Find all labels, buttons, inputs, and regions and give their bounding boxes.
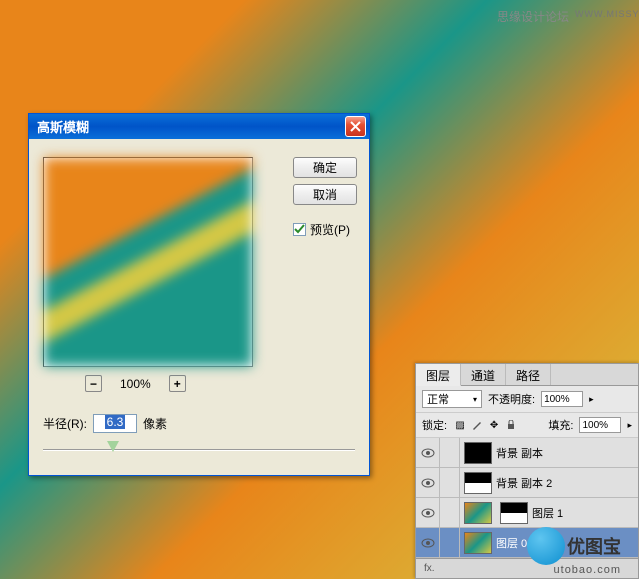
- layer-name: 图层 1: [532, 505, 563, 521]
- watermark-url: utobao.com: [554, 564, 621, 576]
- lock-all-icon[interactable]: [504, 418, 518, 432]
- layer-name: 图层 0: [496, 535, 527, 551]
- check-icon: [294, 224, 305, 235]
- layer-thumb[interactable]: [464, 442, 492, 464]
- fx-icon[interactable]: fx.: [424, 563, 435, 574]
- opacity-label: 不透明度:: [488, 391, 535, 407]
- visibility-toggle[interactable]: [416, 498, 440, 527]
- eye-icon: [421, 538, 435, 548]
- lock-paint-icon[interactable]: [470, 418, 484, 432]
- layer-mask-thumb[interactable]: [500, 502, 528, 524]
- layer-row[interactable]: 图层 1: [416, 498, 638, 528]
- dialog-title: 高斯模糊: [37, 117, 89, 136]
- watermark-top-url: WWW.MISSYUAN.COM: [575, 9, 639, 19]
- visibility-toggle[interactable]: [416, 468, 440, 497]
- radius-slider[interactable]: [43, 447, 355, 453]
- blend-mode-select[interactable]: 正常▾: [422, 390, 482, 408]
- close-button[interactable]: [345, 116, 366, 137]
- lock-label: 锁定:: [422, 417, 447, 433]
- zoom-out-button[interactable]: −: [85, 375, 102, 392]
- tab-paths[interactable]: 路径: [506, 364, 551, 385]
- preview-checkbox[interactable]: [293, 223, 306, 236]
- zoom-in-button[interactable]: +: [169, 375, 186, 392]
- tab-layers[interactable]: 图层: [416, 364, 461, 386]
- watermark-logo: 优图宝: [527, 527, 621, 565]
- gaussian-blur-dialog: 高斯模糊 − 100% + 确定 取消: [28, 113, 370, 476]
- opacity-input[interactable]: 100%: [541, 391, 583, 407]
- watermark-top-text: 思缘设计论坛: [497, 8, 569, 25]
- visibility-toggle[interactable]: [416, 528, 440, 557]
- chevron-right-icon[interactable]: ▸: [589, 394, 594, 405]
- visibility-toggle[interactable]: [416, 438, 440, 467]
- layer-name: 背景 副本 2: [496, 475, 552, 491]
- ok-button[interactable]: 确定: [293, 157, 357, 178]
- layer-row[interactable]: 背景 副本: [416, 438, 638, 468]
- radius-input[interactable]: 6.3: [93, 414, 137, 433]
- zoom-percent: 100%: [120, 377, 151, 391]
- fill-input[interactable]: 100%: [579, 417, 621, 433]
- dialog-titlebar[interactable]: 高斯模糊: [29, 114, 369, 139]
- layer-thumb[interactable]: [464, 532, 492, 554]
- eye-icon: [421, 508, 435, 518]
- layer-thumb[interactable]: [464, 472, 492, 494]
- panel-tabs: 图层 通道 路径: [416, 364, 638, 386]
- cancel-button[interactable]: 取消: [293, 184, 357, 205]
- layer-thumb[interactable]: [464, 502, 492, 524]
- eye-icon: [421, 478, 435, 488]
- eye-icon: [421, 448, 435, 458]
- fill-label: 填充:: [548, 417, 573, 433]
- lock-transparency-icon[interactable]: ▨: [453, 418, 467, 432]
- chevron-right-icon[interactable]: ▸: [627, 420, 632, 431]
- close-icon: [350, 121, 361, 132]
- layer-row[interactable]: 背景 副本 2: [416, 468, 638, 498]
- chevron-down-icon: ▾: [473, 395, 477, 404]
- layer-name: 背景 副本: [496, 445, 543, 461]
- preview-image[interactable]: [43, 157, 253, 367]
- slider-thumb[interactable]: [107, 441, 119, 452]
- tab-channels[interactable]: 通道: [461, 364, 506, 385]
- radius-label: 半径(R):: [43, 415, 87, 432]
- preview-checkbox-label: 预览(P): [310, 221, 350, 238]
- radius-unit: 像素: [143, 415, 167, 432]
- lock-move-icon[interactable]: ✥: [487, 418, 501, 432]
